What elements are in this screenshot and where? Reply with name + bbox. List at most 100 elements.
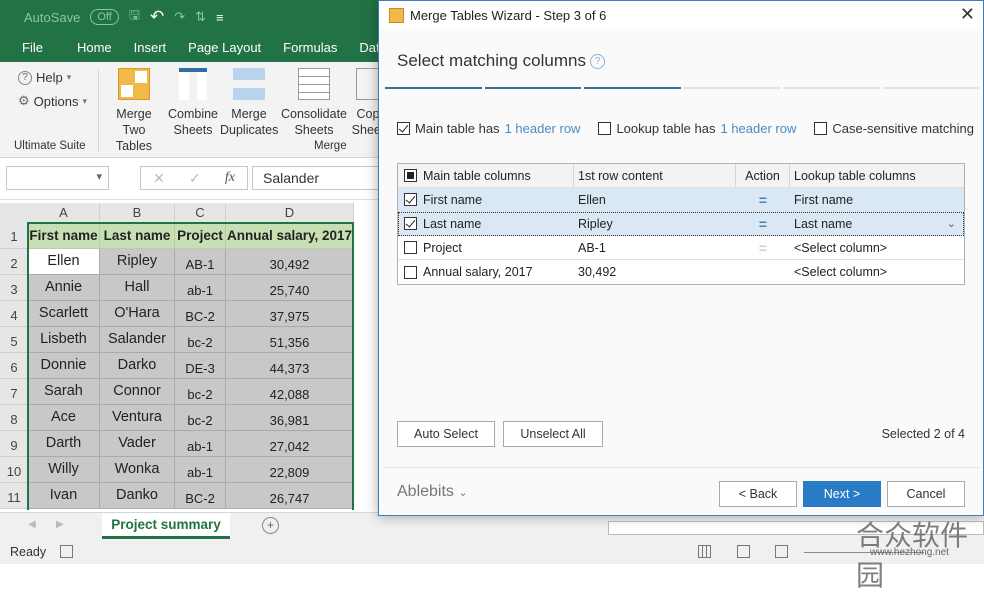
combine-sheets-button[interactable]: Combine Sheets <box>166 68 220 138</box>
main-header-option[interactable]: Main table has 1 header row <box>397 121 580 136</box>
table-cell[interactable]: Ellen <box>28 249 100 275</box>
table-cell[interactable]: Ace <box>28 405 100 431</box>
next-button[interactable]: Next > <box>803 481 881 507</box>
formula-input[interactable]: Salander <box>252 166 382 190</box>
save-icon[interactable]: 🖫 <box>129 6 140 28</box>
tab-file[interactable]: File <box>0 40 67 55</box>
row-header[interactable]: 5 <box>0 327 28 353</box>
page-layout-view-icon[interactable] <box>737 545 750 558</box>
cancel-formula-icon[interactable]: ✕ <box>153 170 165 187</box>
table-row[interactable]: Annual salary, 2017 30,492 <Select colum… <box>398 260 964 284</box>
close-icon[interactable]: ✕ <box>960 4 975 25</box>
table-cell[interactable]: Lisbeth <box>28 327 100 353</box>
case-sensitive-option[interactable]: Case-sensitive matching <box>814 121 974 136</box>
table-row[interactable]: First name Ellen = First name <box>398 188 964 212</box>
sheet-tab-project-summary[interactable]: Project summary <box>102 513 230 539</box>
row-header[interactable]: 3 <box>0 275 28 301</box>
table-cell[interactable]: Hall <box>100 275 175 301</box>
table-cell[interactable]: ab-1 <box>175 457 226 483</box>
row-checkbox[interactable] <box>404 217 417 230</box>
macro-record-icon[interactable] <box>60 545 73 558</box>
tab-home[interactable]: Home <box>67 40 124 55</box>
table-cell[interactable]: 42,088 <box>226 379 354 405</box>
column-header[interactable]: C <box>175 203 226 223</box>
table-cell[interactable]: 51,356 <box>226 327 354 353</box>
case-sensitive-checkbox[interactable] <box>814 122 828 135</box>
equals-icon[interactable]: = <box>759 192 767 208</box>
action-cell[interactable]: = <box>736 188 790 211</box>
main-header-checkbox[interactable] <box>397 122 410 135</box>
help-icon[interactable]: ? <box>589 54 605 69</box>
row-checkbox[interactable] <box>404 265 417 279</box>
table-cell[interactable]: ab-1 <box>175 275 226 301</box>
column-header[interactable]: B <box>100 203 175 223</box>
lookup-header-checkbox[interactable] <box>598 122 612 135</box>
add-sheet-icon[interactable]: + <box>262 517 279 534</box>
row-header[interactable]: 7 <box>0 379 28 405</box>
table-cell[interactable]: Darko <box>100 353 175 379</box>
table-cell[interactable]: Ventura <box>100 405 175 431</box>
merge-two-tables-button[interactable]: Merge Two Tables <box>104 68 164 154</box>
table-row[interactable]: Last name Ripley = Last name ⌄ <box>398 212 964 236</box>
insert-function-icon[interactable]: fx <box>225 170 235 186</box>
scroll-sheets-right-icon[interactable]: ▶ <box>56 519 64 530</box>
table-cell[interactable]: 30,492 <box>226 249 354 275</box>
table-cell[interactable]: AB-1 <box>175 249 226 275</box>
table-cell[interactable]: Ripley <box>100 249 175 275</box>
unselect-all-button[interactable]: Unselect All <box>503 421 603 447</box>
enter-formula-icon[interactable]: ✓ <box>189 170 201 187</box>
merge-duplicates-button[interactable]: Merge Duplicates <box>220 68 278 138</box>
table-cell[interactable]: Connor <box>100 379 175 405</box>
table-cell[interactable]: Vader <box>100 431 175 457</box>
row-header[interactable]: 2 <box>0 249 28 275</box>
table-cell[interactable]: Salander <box>100 327 175 353</box>
table-cell[interactable]: Willy <box>28 457 100 483</box>
lookup-column-select[interactable]: First name <box>790 188 964 211</box>
table-cell[interactable]: Scarlett <box>28 301 100 327</box>
table-cell[interactable]: 44,373 <box>226 353 354 379</box>
table-cell[interactable]: O'Hara <box>100 301 175 327</box>
table-cell[interactable]: ab-1 <box>175 431 226 457</box>
table-cell[interactable]: bc-2 <box>175 327 226 353</box>
help-button[interactable]: ? Help ▾ <box>18 70 71 85</box>
row-header[interactable]: 1 <box>0 223 28 249</box>
row-header[interactable]: 9 <box>0 431 28 457</box>
table-cell[interactable]: Danko <box>100 483 175 509</box>
undo-icon[interactable]: ↶ <box>150 7 164 27</box>
ablebits-menu[interactable]: Ablebits ⌄ <box>397 483 468 501</box>
scroll-sheets-left-icon[interactable]: ◀ <box>28 519 36 530</box>
back-button[interactable]: < Back <box>719 481 797 507</box>
normal-view-icon[interactable] <box>698 545 711 558</box>
row-checkbox[interactable] <box>404 193 417 206</box>
table-cell[interactable]: Ivan <box>28 483 100 509</box>
row-checkbox[interactable] <box>404 241 417 254</box>
header-cell[interactable]: Last name <box>100 223 175 249</box>
tab-formulas[interactable]: Formulas <box>273 40 349 55</box>
row-header[interactable]: 10 <box>0 457 28 483</box>
table-cell[interactable]: 37,975 <box>226 301 354 327</box>
auto-select-button[interactable]: Auto Select <box>397 421 495 447</box>
table-cell[interactable]: 27,042 <box>226 431 354 457</box>
action-cell[interactable] <box>736 260 790 284</box>
table-cell[interactable]: Wonka <box>100 457 175 483</box>
action-cell[interactable]: = <box>736 236 790 259</box>
lookup-header-option[interactable]: Lookup table has 1 header row <box>598 121 796 136</box>
table-cell[interactable]: BC-2 <box>175 301 226 327</box>
column-header[interactable]: A <box>28 203 100 223</box>
header-cell[interactable]: Annual salary, 2017 <box>226 223 354 249</box>
table-row[interactable]: Project AB-1 = <Select column> <box>398 236 964 260</box>
table-cell[interactable]: BC-2 <box>175 483 226 509</box>
row-header[interactable]: 11 <box>0 483 28 509</box>
row-header[interactable]: 8 <box>0 405 28 431</box>
lookup-column-select[interactable]: <Select column> <box>790 260 964 284</box>
select-all-corner[interactable] <box>0 203 28 223</box>
autosave-toggle[interactable]: Off <box>90 9 119 25</box>
options-button[interactable]: ⚙ Options ▾ <box>18 93 87 109</box>
table-cell[interactable]: DE-3 <box>175 353 226 379</box>
lookup-header-rows-link[interactable]: 1 header row <box>720 121 796 136</box>
table-cell[interactable]: Sarah <box>28 379 100 405</box>
customize-qat-icon[interactable]: ≡ <box>216 10 224 25</box>
name-box[interactable] <box>6 166 109 190</box>
equals-icon[interactable]: = <box>759 216 767 232</box>
table-cell[interactable]: Darth <box>28 431 100 457</box>
